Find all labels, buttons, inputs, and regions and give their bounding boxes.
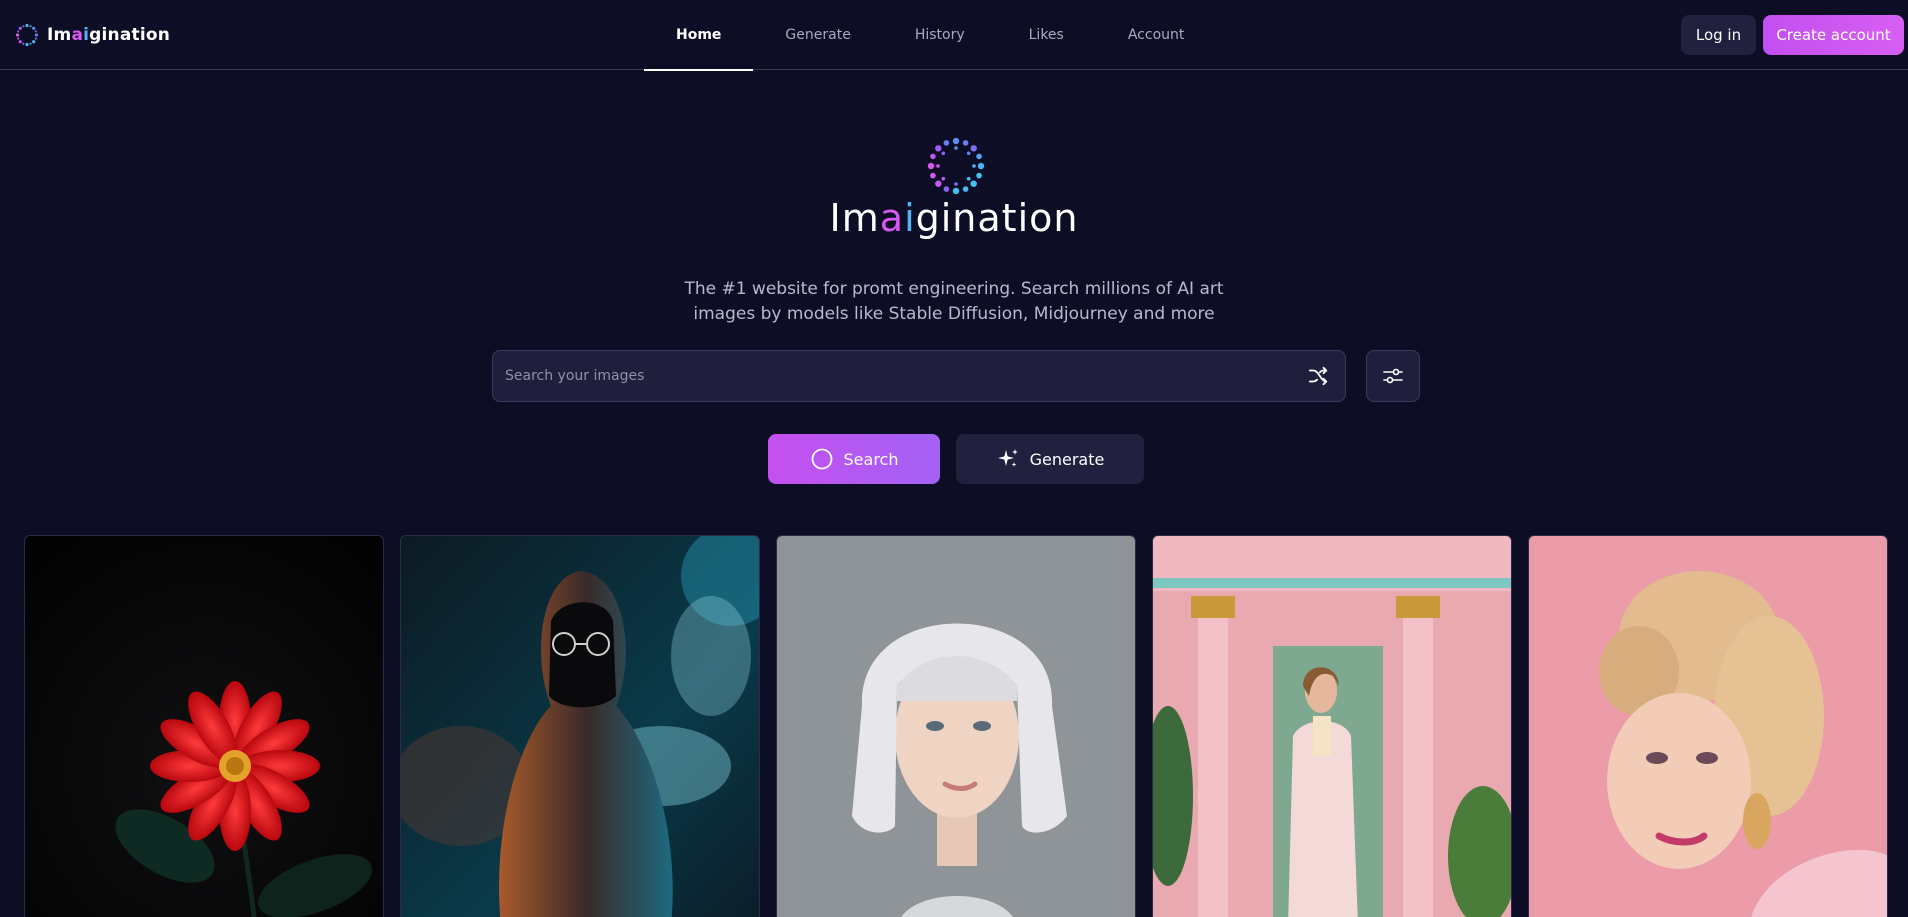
shuffle-button[interactable]: [1304, 362, 1332, 390]
login-button[interactable]: Log in: [1681, 15, 1756, 55]
create-account-button[interactable]: Create account: [1763, 15, 1904, 55]
top-navigation-bar: Imaigination Home Generate History Likes…: [0, 0, 1908, 71]
search-icon: [811, 448, 832, 470]
white-bob-portrait-image: [777, 536, 1135, 917]
pink-building-fashion-image: [1153, 536, 1511, 917]
shuffle-icon: [1308, 366, 1328, 386]
nav-item-history[interactable]: History: [883, 0, 997, 70]
main-nav: Home Generate History Likes Account: [644, 0, 1217, 71]
search-button-label: Search: [843, 449, 899, 469]
generate-button-label: Generate: [1029, 449, 1105, 469]
red-flower-image: [25, 536, 383, 917]
generate-button[interactable]: Generate: [956, 434, 1144, 484]
hooded-figure-image: [401, 536, 759, 917]
gallery-card-hooded-figure[interactable]: [400, 535, 760, 917]
gallery-card-pink-building-fashion[interactable]: [1152, 535, 1512, 917]
search-bar: [492, 350, 1346, 402]
logo-icon: [15, 23, 39, 47]
gallery-card-blonde-updo-portrait[interactable]: [1528, 535, 1888, 917]
nav-item-home[interactable]: Home: [644, 0, 754, 71]
gallery-card-white-bob-portrait[interactable]: [776, 535, 1136, 917]
hero-logo-icon: [927, 137, 985, 195]
gallery-card-red-flower[interactable]: [24, 535, 384, 917]
nav-item-account[interactable]: Account: [1096, 0, 1217, 70]
hero-subtitle: The #1 website for promt engineering. Se…: [654, 277, 1254, 327]
search-input[interactable]: [505, 351, 1275, 401]
hero-subtitle-line-2: images by models like Stable Diffusion, …: [693, 304, 1215, 324]
hero-subtitle-line-1: The #1 website for promt engineering. Se…: [684, 279, 1224, 299]
brand-logo-link[interactable]: Imaigination: [15, 22, 170, 48]
filter-button[interactable]: [1366, 350, 1420, 402]
nav-item-generate[interactable]: Generate: [753, 0, 882, 70]
sparkle-icon: [997, 449, 1018, 467]
nav-item-likes[interactable]: Likes: [997, 0, 1096, 70]
brand-name: Imaigination: [47, 25, 171, 45]
blonde-updo-portrait-image: [1529, 536, 1887, 917]
hero-title: Imaigination: [829, 196, 1079, 240]
search-button[interactable]: Search: [768, 434, 940, 484]
filter-icon: [1383, 368, 1403, 384]
